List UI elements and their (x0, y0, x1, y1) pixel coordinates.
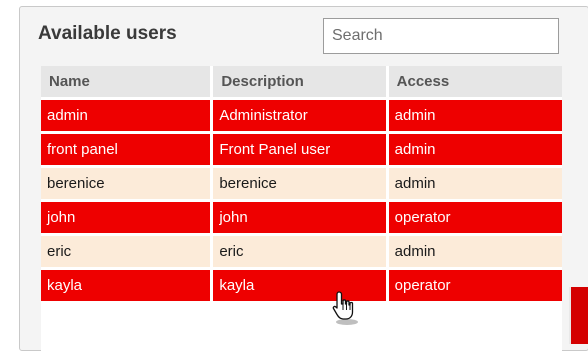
cell-access: admin (388, 100, 562, 131)
table-header-row: Name Description Access (41, 66, 562, 97)
search-input[interactable] (323, 18, 559, 54)
cell-name: front panel (41, 134, 211, 165)
cell-access: operator (388, 202, 562, 233)
cell-description: john (213, 202, 386, 233)
cell-description: berenice (213, 168, 386, 199)
column-header-description[interactable]: Description (213, 66, 386, 97)
users-table: Name Description Access admin Administra… (38, 63, 565, 304)
cell-name: admin (41, 100, 211, 131)
table-row[interactable]: kayla kayla operator (41, 270, 562, 301)
table-row[interactable]: admin Administrator admin (41, 100, 562, 131)
cell-access: admin (388, 168, 562, 199)
cell-access: admin (388, 134, 562, 165)
cell-description: Front Panel user (213, 134, 386, 165)
available-users-panel: Available users Name Description Access … (19, 6, 588, 356)
table-row[interactable]: berenice berenice admin (41, 168, 562, 199)
cell-name: eric (41, 236, 211, 267)
cell-access: operator (388, 270, 562, 301)
cell-name: berenice (41, 168, 211, 199)
panel-title: Available users (38, 23, 177, 44)
cell-name: kayla (41, 270, 211, 301)
table-row[interactable]: eric eric admin (41, 236, 562, 267)
cell-description: kayla (213, 270, 386, 301)
cell-description: eric (213, 236, 386, 267)
cell-name: john (41, 202, 211, 233)
hand-pointer-icon (332, 291, 358, 325)
cell-access: admin (388, 236, 562, 267)
column-header-name[interactable]: Name (41, 66, 211, 97)
column-header-access[interactable]: Access (388, 66, 562, 97)
cell-description: Administrator (213, 100, 386, 131)
table-row[interactable]: front panel Front Panel user admin (41, 134, 562, 165)
users-table-container: Name Description Access admin Administra… (41, 66, 562, 356)
side-tab-button[interactable] (569, 287, 588, 344)
table-row[interactable]: john john operator (41, 202, 562, 233)
